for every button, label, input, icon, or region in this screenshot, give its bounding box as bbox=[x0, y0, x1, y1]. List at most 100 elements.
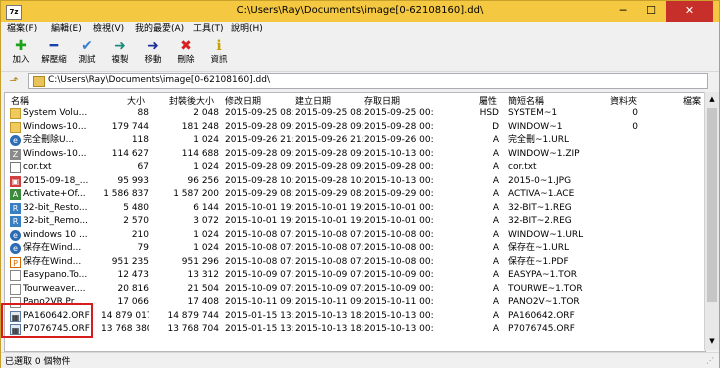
file-accessed: 2015-09-26 00:00 bbox=[364, 135, 434, 145]
test-button[interactable]: ✔ 測試 bbox=[71, 38, 103, 70]
file-size: 5 480 bbox=[123, 202, 149, 213]
file-size: 88 bbox=[137, 108, 149, 118]
pdf-file-icon: P bbox=[10, 256, 21, 268]
maximize-button[interactable]: ☐ bbox=[638, 1, 664, 22]
file-short-name: PANO2V~1.TOR bbox=[508, 297, 580, 307]
file-short-name: 2015-0~1.JPG bbox=[508, 175, 572, 186]
extract-button[interactable]: ━ 解壓縮 bbox=[38, 38, 70, 70]
table-row[interactable]: ewindows 10 ...2101 0242015-10-08 07:552… bbox=[5, 229, 705, 242]
status-text: 已選取 0 個物件 bbox=[5, 357, 71, 367]
file-packed-size: 1 024 bbox=[193, 243, 219, 253]
extract-label: 解壓縮 bbox=[41, 55, 67, 65]
column-packed-size[interactable]: 封裝後大小 bbox=[169, 94, 214, 107]
file-name: Windows-10... bbox=[23, 148, 87, 159]
column-accessed[interactable]: 存取日期 bbox=[364, 94, 400, 107]
move-button[interactable]: ➜ 移動 bbox=[137, 38, 169, 70]
file-modified: 2015-10-01 19:16 bbox=[225, 216, 293, 226]
file-packed-size: 1 024 bbox=[193, 135, 219, 145]
menu-file[interactable]: 檔案(F) bbox=[7, 23, 37, 36]
file-size: 951 235 bbox=[111, 256, 149, 267]
resize-grip-icon[interactable]: ⋰ bbox=[706, 356, 714, 365]
test-icon: ✔ bbox=[81, 38, 93, 54]
table-row[interactable]: cor.txt671 0242015-09-28 09:592015-09-28… bbox=[5, 161, 705, 174]
scroll-thumb[interactable] bbox=[707, 108, 717, 302]
file-modified: 2015-10-11 09:02 bbox=[225, 297, 293, 307]
scroll-up-icon[interactable]: ▲ bbox=[707, 94, 717, 104]
column-attributes[interactable]: 屬性 bbox=[479, 94, 497, 107]
file-short-name: WINDOW~1.URL bbox=[508, 229, 584, 240]
close-button[interactable]: ✕ bbox=[666, 1, 713, 22]
copy-icon: ➜ bbox=[114, 38, 126, 54]
app-window: 7z C:\Users\Ray\Documents\image[0-621081… bbox=[0, 0, 720, 368]
table-row[interactable]: R32-bit_Remo... 2 570 3 072 2015-10-01 19:1… bbox=[5, 215, 705, 228]
table-row[interactable]: e完全刪除U...1181 0242015-09-26 21:262015-09… bbox=[5, 134, 705, 147]
delete-button[interactable]: ✖ 刪除 bbox=[170, 38, 202, 70]
table-row[interactable]: Tourweaver.... 20 816 21 504 2015-10-09 07:… bbox=[5, 283, 705, 296]
menu-favorites[interactable]: 我的最愛(A) bbox=[135, 23, 184, 36]
column-folders[interactable]: 資料夾 bbox=[610, 94, 637, 107]
test-label: 測試 bbox=[78, 55, 96, 65]
file-accessed: 2015-10-13 00:00 bbox=[364, 324, 434, 334]
vertical-scrollbar[interactable]: ▲ ▼ bbox=[704, 92, 719, 350]
file-folder-count bbox=[610, 134, 638, 147]
scroll-down-icon[interactable]: ▼ bbox=[707, 336, 717, 346]
file-short-name: PA160642.ORF bbox=[508, 310, 575, 321]
minimize-button[interactable]: ─ bbox=[610, 1, 636, 22]
up-folder-icon[interactable]: ⬏ bbox=[7, 74, 21, 88]
menu-tools[interactable]: 工具(T) bbox=[193, 23, 224, 36]
jpg-file-icon: ▣ bbox=[10, 175, 21, 187]
file-attributes: A bbox=[492, 310, 499, 321]
file-modified: 2015-09-25 08:52 bbox=[225, 108, 293, 118]
table-row[interactable]: ▦ PA160642.ORF 14 879 017 14 879 744 2015-01… bbox=[5, 310, 705, 323]
file-packed-size: 14 879 744 bbox=[167, 310, 219, 321]
column-size[interactable]: 大小 bbox=[127, 94, 145, 107]
menu-edit[interactable]: 編輯(E) bbox=[51, 23, 82, 36]
file-folder-count bbox=[610, 188, 638, 201]
file-size: 118 bbox=[131, 135, 149, 145]
table-row[interactable]: ▣ 2015-09-18_... 95 993 96 256 2015-09-28 10… bbox=[5, 175, 705, 188]
file-modified: 2015-10-01 19:16 bbox=[225, 202, 293, 213]
file-folder-count bbox=[610, 323, 638, 336]
file-modified: 2015-09-28 09:45 bbox=[225, 148, 293, 159]
table-row[interactable]: R32-bit_Resto... 5 480 6 144 2015-10-01 19:… bbox=[5, 202, 705, 215]
file-folder-count bbox=[610, 256, 638, 269]
table-row[interactable]: Z Windows-10... 114 627 114 688 2015-09-28 0… bbox=[5, 148, 705, 161]
table-row[interactable]: System Volu...882 0482015-09-25 08:52201… bbox=[5, 107, 705, 120]
info-button[interactable]: ℹ 資訊 bbox=[203, 38, 235, 70]
file-accessed: 2015-10-08 00:00 bbox=[364, 229, 434, 240]
table-row[interactable]: Windows-10... 179 744 181 248 2015-09-28 09… bbox=[5, 121, 705, 134]
file-created: 2015-09-26 21:27 bbox=[295, 135, 363, 145]
menu-help[interactable]: 說明(H) bbox=[231, 23, 263, 36]
file-modified: 2015-09-26 21:26 bbox=[225, 135, 293, 145]
column-short-name[interactable]: 簡短名稱 bbox=[508, 94, 544, 107]
copy-button[interactable]: ➜ 複製 bbox=[104, 38, 136, 70]
table-row[interactable]: ▦ P7076745.ORF 13 768 380 13 768 704 2015-01… bbox=[5, 323, 705, 336]
add-button[interactable]: ✚ 加入 bbox=[5, 38, 37, 70]
file-created: 2015-09-28 09:46 bbox=[295, 121, 363, 132]
table-row[interactable]: e保存在Wind...791 0242015-10-08 07:572015-1… bbox=[5, 242, 705, 255]
column-files[interactable]: 檔案 bbox=[683, 94, 701, 107]
move-icon: ➜ bbox=[147, 38, 159, 54]
file-attributes: A bbox=[492, 297, 499, 307]
file-name: 保存在Wind... bbox=[23, 256, 82, 267]
table-row[interactable]: P保存在Wind... 951 235 951 296 2015-10-08 07:5… bbox=[5, 256, 705, 269]
file-size: 17 066 bbox=[117, 297, 150, 307]
column-name[interactable]: 名稱 bbox=[11, 94, 29, 107]
address-input[interactable]: C:\Users\Ray\Documents\image[0-62108160]… bbox=[28, 73, 708, 89]
table-row[interactable]: Pano2VR.Pr...17 06617 4082015-10-11 09:0… bbox=[5, 296, 705, 309]
file-size: 12 473 bbox=[117, 270, 150, 280]
file-size: 13 768 380 bbox=[101, 324, 149, 334]
menu-view[interactable]: 檢視(V) bbox=[93, 23, 124, 36]
file-created: 2015-09-28 10:49 bbox=[295, 175, 363, 186]
column-created[interactable]: 建立日期 bbox=[295, 94, 331, 107]
column-modified[interactable]: 修改日期 bbox=[225, 94, 261, 107]
table-row[interactable]: A Activate+Of... 1 586 837 1 587 200 2015-09… bbox=[5, 188, 705, 201]
title-bar[interactable]: 7z C:\Users\Ray\Documents\image[0-621081… bbox=[1, 1, 719, 22]
file-attributes: A bbox=[492, 283, 499, 294]
table-row[interactable]: Easypano.To... 12 473 13 312 2015-10-09 07:… bbox=[5, 269, 705, 282]
file-folder-count bbox=[610, 283, 638, 296]
file-packed-size: 951 296 bbox=[181, 256, 219, 267]
address-path[interactable]: C:\Users\Ray\Documents\image[0-62108160]… bbox=[48, 75, 270, 85]
file-list[interactable]: 名稱 大小 封裝後大小 修改日期 建立日期 存取日期 屬性 簡短名稱 資料夾 檔… bbox=[4, 92, 706, 352]
file-attributes: A bbox=[492, 270, 499, 280]
